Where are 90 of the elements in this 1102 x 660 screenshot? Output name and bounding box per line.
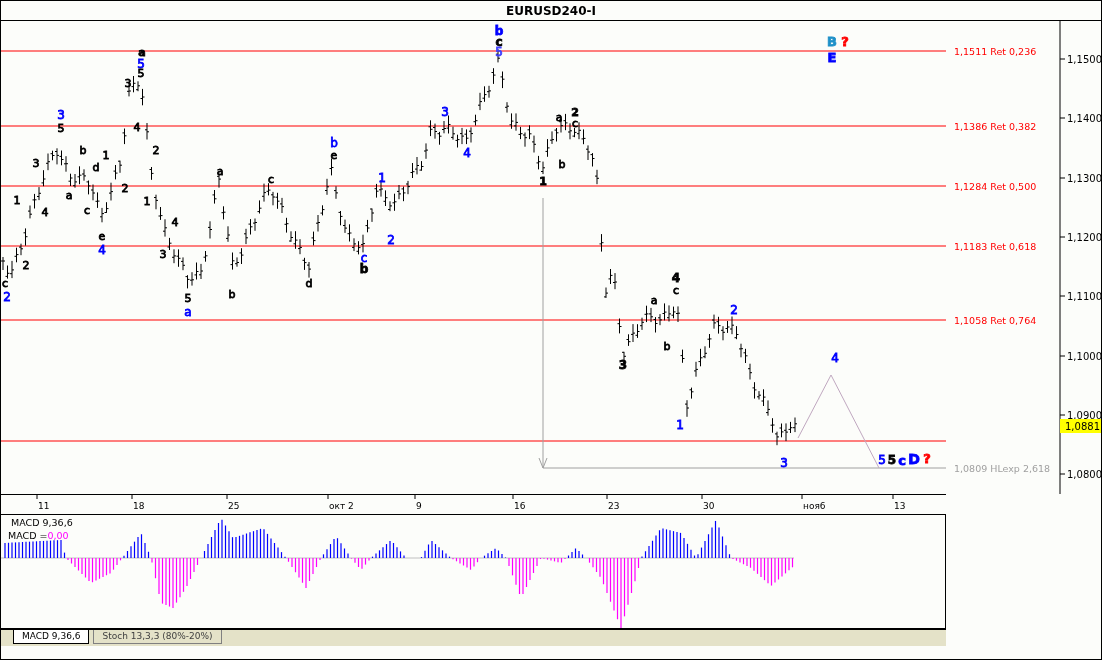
- level-label: 1,1183 Ret 0,618: [954, 241, 1037, 252]
- price-label: 1,1000: [1067, 351, 1101, 362]
- wave-label: 5: [137, 67, 145, 80]
- wave-label: 5: [57, 122, 65, 135]
- date-label: 18: [133, 501, 145, 511]
- wave-label: 5: [878, 452, 886, 467]
- level-label: 1,0809 HLexp 2,618: [954, 463, 1051, 474]
- wave-label: 1: [378, 170, 386, 185]
- wave-label: d: [305, 277, 313, 290]
- wave-label: 3: [441, 104, 449, 119]
- wave-label: a: [184, 304, 192, 319]
- wave-label: e: [330, 149, 338, 162]
- indicator-tab[interactable]: Stoch 13,3,3 (80%-20%): [93, 630, 222, 644]
- wave-label: 2: [152, 144, 160, 157]
- wave-label: b: [663, 340, 671, 353]
- date-label: ноя6: [803, 501, 826, 511]
- wave-label: ?: [841, 33, 849, 49]
- wave-label: e: [98, 230, 106, 243]
- wave-label: 4: [671, 270, 681, 285]
- price-label: 1,0800: [1067, 469, 1101, 480]
- wave-label: 5: [887, 452, 897, 467]
- wave-label: 4: [463, 145, 471, 160]
- price-label: 1,1200: [1067, 232, 1101, 243]
- wave-label: a: [216, 165, 224, 178]
- current-price-badge: 1,0881: [1060, 419, 1101, 433]
- date-label: 16: [514, 501, 526, 511]
- level-label: 1,1058 Ret 0,764: [954, 315, 1037, 326]
- chart-title: EURUSD240-I: [506, 2, 596, 20]
- wave-label: 4: [41, 206, 49, 219]
- wave-label: 3: [618, 357, 628, 372]
- price-label: 1,1100: [1067, 291, 1101, 302]
- macd-title: MACD 9,36,6: [11, 518, 73, 528]
- wave-label: d: [92, 161, 100, 174]
- wave-label: 4: [171, 216, 179, 229]
- wave-label: ?: [923, 450, 931, 466]
- wave-label: 2: [121, 182, 129, 195]
- wave-label: D: [908, 451, 920, 467]
- wave-label: 1: [102, 149, 110, 162]
- wave-label: 3: [32, 157, 40, 170]
- indicator-tab[interactable]: MACD 9,36,6: [13, 630, 90, 644]
- wave-label: 1: [676, 417, 684, 432]
- level-label: 1,1284 Ret 0,500: [954, 181, 1037, 192]
- wave-label: 1: [143, 195, 151, 208]
- date-label: 9: [416, 501, 422, 511]
- wave-label: 1: [539, 175, 547, 188]
- date-label: 25: [228, 501, 240, 511]
- wave-label: a: [65, 189, 73, 202]
- wave-label: 4: [98, 242, 106, 257]
- wave-label: b: [359, 261, 369, 276]
- wave-label: 3: [57, 107, 65, 122]
- date-label: 30: [703, 501, 715, 511]
- wave-label: E: [827, 49, 837, 65]
- wave-label: 5: [184, 292, 192, 305]
- wave-label: 2: [22, 259, 30, 272]
- price-label: 1,1500: [1067, 54, 1101, 65]
- wave-label: b: [494, 23, 504, 38]
- wave-label: b: [558, 158, 566, 171]
- date-label: 13: [894, 501, 906, 511]
- wave-label: c: [571, 117, 579, 130]
- date-label: 11: [38, 501, 50, 511]
- wave-label: 3: [780, 455, 788, 470]
- wave-label: a: [138, 46, 146, 59]
- wave-label: a: [555, 111, 563, 124]
- wave-label: 2: [387, 232, 395, 247]
- wave-label: 4: [133, 121, 141, 134]
- wave-label: 2: [571, 106, 579, 119]
- wave-label: a: [650, 294, 658, 307]
- wave-label: B: [827, 33, 837, 49]
- wave-label: c: [672, 284, 680, 297]
- wave-label: b: [228, 288, 236, 301]
- macd-value-text: MACD =0,00: [8, 531, 69, 541]
- wave-label: c: [898, 452, 906, 468]
- wave-label: 3: [124, 77, 132, 90]
- price-label: 1,1300: [1067, 173, 1101, 184]
- wave-label: c: [1, 277, 9, 290]
- wave-label: 4: [831, 350, 839, 365]
- wave-label: 2: [3, 289, 11, 304]
- level-label: 1,1511 Ret 0,236: [954, 46, 1037, 57]
- wave-label: c: [83, 204, 91, 217]
- wave-label: 1: [13, 194, 21, 207]
- wave-label: b: [79, 144, 87, 157]
- price-label: 1,0900: [1067, 410, 1101, 421]
- wave-label: 3: [159, 248, 167, 261]
- date-label: окт 2: [329, 501, 354, 511]
- level-label: 1,1386 Ret 0,382: [954, 121, 1037, 132]
- wave-label: 2: [730, 302, 738, 317]
- wave-label: c: [267, 173, 275, 186]
- wave-label: b: [330, 135, 338, 150]
- date-label: 23: [608, 501, 620, 511]
- price-label: 1,1400: [1067, 113, 1101, 124]
